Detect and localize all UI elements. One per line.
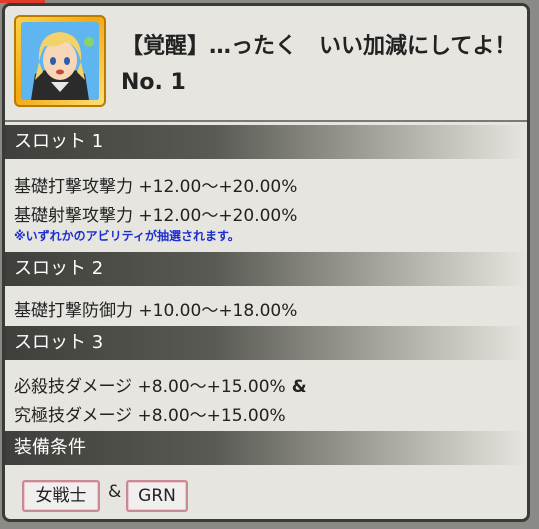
ability-number: No. 1 [121, 70, 186, 95]
condition-tag-grn[interactable]: GRN [126, 480, 188, 512]
android-18-icon [21, 22, 99, 100]
character-portrait[interactable] [14, 15, 106, 107]
ability-title: 【覚醒】…ったく いい加減にしてよ！ [121, 34, 517, 59]
slot-2-header: スロット 2 [5, 252, 527, 286]
slot-1-line-2: 基礎射撃攻撃力 +12.00〜+20.00% [14, 206, 298, 226]
condition-joiner: & [108, 482, 122, 502]
slot-3-header: スロット 3 [5, 326, 527, 360]
slot-3-line-1-amp: & [291, 377, 307, 397]
slot-3-line-1: 必殺技ダメージ +8.00〜+15.00% & [14, 372, 307, 397]
character-portrait-image [21, 22, 99, 100]
slot-3-line-2: 究極技ダメージ +8.00〜+15.00% [14, 406, 286, 426]
slot-1-line-1: 基礎打撃攻撃力 +12.00〜+20.00% [14, 177, 298, 197]
condition-tag-female-warrior[interactable]: 女戦士 [22, 480, 100, 512]
slot-2-line-1: 基礎打撃防御力 +10.00〜+18.00% [14, 301, 298, 321]
equip-condition-header: 装備条件 [5, 431, 527, 465]
ability-detail-card: 【覚醒】…ったく いい加減にしてよ！ No. 1 スロット 1 基礎打撃攻撃力 … [2, 3, 530, 522]
slot-3-line-1-text: 必殺技ダメージ +8.00〜+15.00% [14, 377, 286, 397]
slot-1-note: ※いずれかのアビリティが抽選されます。 [14, 229, 240, 243]
slot-1-header: スロット 1 [5, 125, 527, 159]
card-header: 【覚醒】…ったく いい加減にしてよ！ No. 1 [5, 6, 527, 122]
